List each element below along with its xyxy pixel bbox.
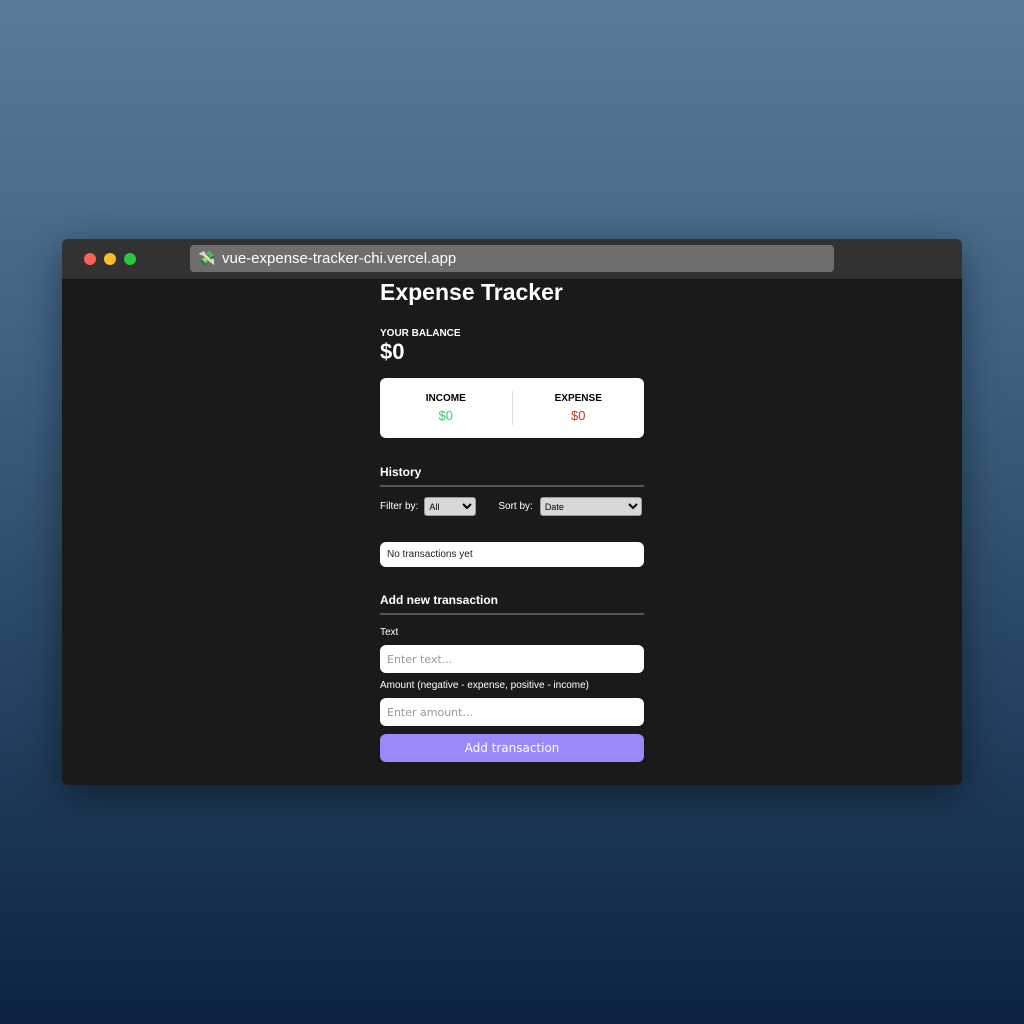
browser-window: 💸 vue-expense-tracker-chi.vercel.app Expe… — [62, 239, 962, 785]
text-input[interactable] — [380, 645, 644, 673]
url-text: vue-expense-tracker-chi.vercel.app — [222, 250, 457, 267]
add-transaction-title: Add new transaction — [380, 593, 644, 615]
filter-label: Filter by: — [380, 501, 419, 512]
balance-value: $0 — [380, 339, 405, 364]
sort-select[interactable]: Date — [539, 497, 642, 516]
close-button[interactable] — [84, 253, 96, 265]
amount-input[interactable] — [380, 698, 644, 726]
expense-label: EXPENSE — [554, 393, 602, 404]
expense-value: $0 — [571, 408, 586, 423]
address-bar[interactable]: 💸 vue-expense-tracker-chi.vercel.app — [190, 245, 834, 272]
maximize-button[interactable] — [124, 253, 136, 265]
history-title: History — [380, 465, 644, 487]
text-label: Text — [380, 627, 399, 638]
filter-select[interactable]: All — [424, 497, 477, 516]
add-transaction-button[interactable]: Add transaction — [380, 734, 644, 762]
balance-label: YOUR BALANCE — [380, 328, 461, 339]
minimize-button[interactable] — [104, 253, 116, 265]
empty-history-message: No transactions yet — [380, 542, 644, 567]
sort-label: Sort by: — [498, 501, 533, 512]
title-bar: 💸 vue-expense-tracker-chi.vercel.app — [62, 239, 962, 279]
income-value: $0 — [438, 408, 453, 423]
money-with-wings-icon: 💸 — [198, 250, 216, 266]
page-title: Expense Tracker — [380, 279, 563, 305]
income-expense-card: INCOME $0 EXPENSE $0 — [380, 378, 644, 438]
expense-tracker: Expense Tracker YOUR BALANCE $0 INCOME $0… — [380, 279, 644, 762]
amount-label: Amount (negative - expense, positive - i… — [380, 680, 589, 691]
filter-bar: Filter by: All Sort by: Date — [380, 497, 644, 516]
income-label: INCOME — [425, 393, 466, 404]
